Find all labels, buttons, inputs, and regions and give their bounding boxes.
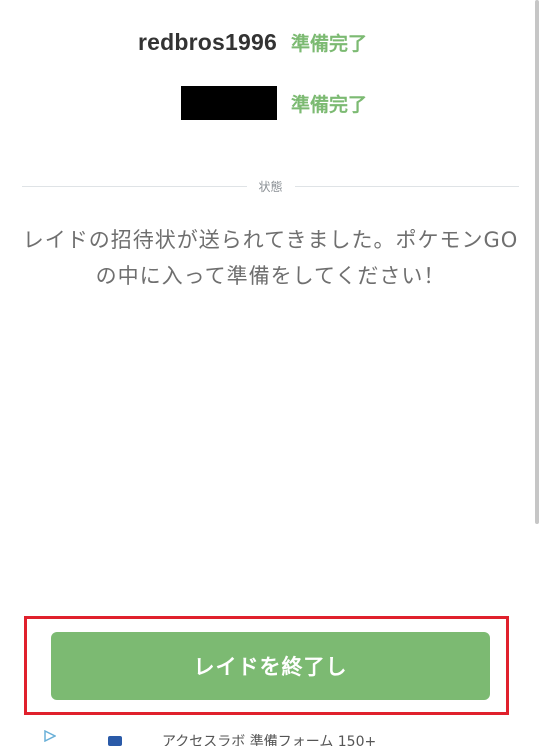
ready-status-badge: 準備完了 [290,93,367,116]
status-section-divider: 状態 [22,176,520,196]
player-row: 準備完了 [180,86,367,120]
ready-status-badge: 準備完了 [290,32,367,55]
status-message: レイドの招待状が送られてきました。ポケモンGOの中に入って準備をしてください！ [22,228,519,288]
status-section-label: 状態 [258,179,283,194]
redacted-player-name [180,86,277,120]
player-name: redbros1996 [137,28,277,55]
ad-banner[interactable]: アクセスラボ 準備フォーム 150+ [40,722,520,746]
ad-choices-icon[interactable] [44,730,56,742]
scrollbar-thumb[interactable] [535,0,539,524]
divider-line [22,185,247,187]
ad-logo-icon [108,736,122,746]
end-raid-button[interactable]: レイドを終了し [51,632,490,700]
ad-text: アクセスラボ 準備フォーム 150+ [162,734,377,746]
player-row: redbros1996 準備完了 [138,26,367,58]
divider-line [294,185,520,187]
